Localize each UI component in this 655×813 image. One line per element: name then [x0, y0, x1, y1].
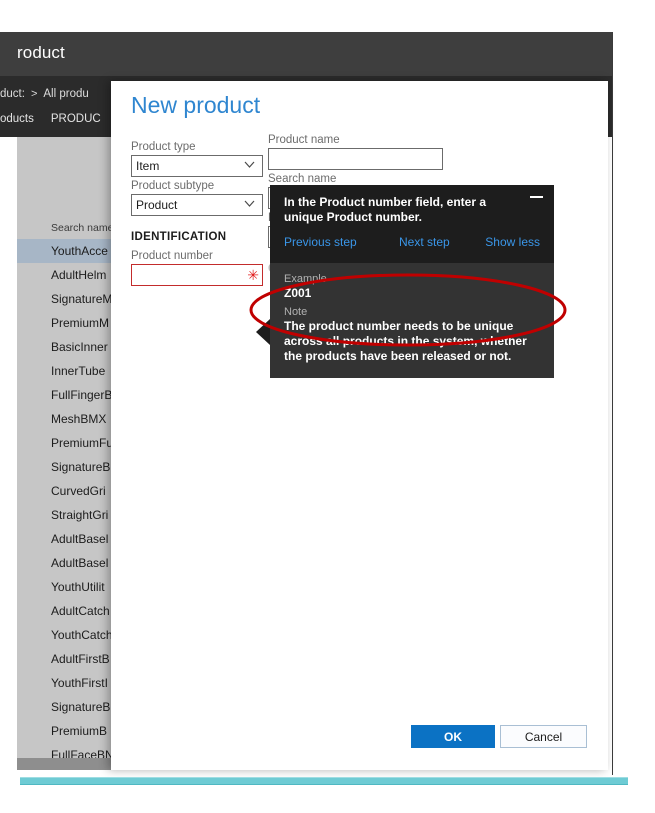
field-product-type: Product type [131, 141, 263, 177]
minimize-icon[interactable] [530, 196, 543, 198]
product-list-rows: YouthAcce AdultHelm SignatureM PremiumM Basi… [17, 239, 111, 770]
section-header-identification: IDENTIFICATION [131, 231, 227, 243]
list-item[interactable]: CurvedGri [17, 479, 111, 503]
top-navigation-bar: roduct [0, 32, 612, 76]
list-column-header: Search name [17, 219, 111, 239]
list-item[interactable]: AdultFirstB [17, 647, 111, 671]
product-subtype-select[interactable] [131, 194, 263, 216]
callout-example-value: Z001 [284, 286, 312, 300]
field-search-name-label: Search name [268, 173, 337, 185]
list-item[interactable]: SignatureB [17, 695, 111, 719]
callout-header: In the Product number field, enter a uni… [270, 185, 554, 233]
list-item[interactable]: AdultBasel [17, 551, 111, 575]
list-item[interactable]: PremiumM [17, 311, 111, 335]
list-item[interactable]: YouthFirstI [17, 671, 111, 695]
product-number-input[interactable] [131, 264, 263, 286]
callout-headline: In the Product number field, enter a uni… [284, 195, 487, 224]
task-guide-callout: In the Product number field, enter a uni… [256, 185, 554, 378]
list-item[interactable]: MeshBMX [17, 407, 111, 431]
list-item[interactable]: AdultBasel [17, 527, 111, 551]
list-column-header-label: Search name [51, 222, 111, 234]
product-number-input-wrap[interactable]: ✳ [131, 264, 263, 286]
product-subtype-select-wrap[interactable] [131, 194, 263, 216]
list-item[interactable]: AdultHelm [17, 263, 111, 287]
list-item[interactable]: YouthCatch [17, 623, 111, 647]
field-product-number-label: Product number [131, 250, 213, 262]
list-item[interactable]: BasicInner [17, 335, 111, 359]
field-product-name: Product name [268, 134, 443, 170]
breadcrumb: duct: > All produ [0, 88, 89, 100]
callout-note-text: The product number needs to be unique ac… [284, 319, 527, 363]
callout-example-label: Example [284, 273, 327, 285]
page-title: roduct [17, 43, 65, 62]
breadcrumb-item-0[interactable]: duct: [0, 88, 25, 100]
field-product-name-label: Product name [268, 134, 340, 146]
product-list-panel: Search name YouthAcce AdultHelm SignatureM… [17, 137, 111, 770]
product-type-select[interactable] [131, 155, 263, 177]
previous-step-link[interactable]: Previous step [284, 235, 357, 249]
callout-pointer-icon [256, 319, 270, 345]
horizontal-scrollbar[interactable] [17, 758, 111, 770]
show-less-link[interactable]: Show less [485, 235, 540, 249]
callout-note-label: Note [284, 306, 308, 318]
tab-product[interactable]: PRODUC [51, 113, 101, 125]
product-name-input[interactable] [268, 148, 443, 170]
dialog-footer: OK Cancel [111, 714, 608, 770]
field-product-type-label: Product type [131, 141, 196, 153]
list-item[interactable]: PremiumB [17, 719, 111, 743]
list-item[interactable]: AdultCatch [17, 599, 111, 623]
callout-link-row: Previous step Next step Show less [270, 233, 554, 263]
dialog-title: New product [131, 92, 261, 118]
field-product-subtype: Product subtype [131, 180, 263, 216]
bottom-accent-bar [20, 777, 628, 785]
field-product-subtype-label: Product subtype [131, 180, 215, 192]
list-item[interactable]: StraightGri [17, 503, 111, 527]
callout-body: Example Z001 Note The product number nee… [256, 263, 554, 378]
cancel-button[interactable]: Cancel [500, 725, 587, 748]
list-item[interactable]: PremiumFu [17, 431, 111, 455]
list-item[interactable]: SignatureB [17, 455, 111, 479]
breadcrumb-separator-icon: > [30, 88, 38, 100]
product-type-select-wrap[interactable] [131, 155, 263, 177]
next-step-link[interactable]: Next step [399, 235, 450, 249]
list-item[interactable]: SignatureM [17, 287, 111, 311]
breadcrumb-item-1[interactable]: All produ [43, 88, 88, 100]
list-item[interactable]: YouthUtilit [17, 575, 111, 599]
ok-button[interactable]: OK [411, 725, 495, 748]
list-item[interactable]: FullFingerB [17, 383, 111, 407]
tab-products[interactable]: oducts [0, 113, 34, 125]
field-product-number: Product number ✳ [131, 250, 263, 286]
list-item[interactable]: InnerTube [17, 359, 111, 383]
tab-strip: oducts PRODUC [0, 113, 118, 125]
required-asterisk-icon: ✳ [247, 267, 259, 283]
list-item[interactable]: YouthAcce [17, 239, 111, 263]
